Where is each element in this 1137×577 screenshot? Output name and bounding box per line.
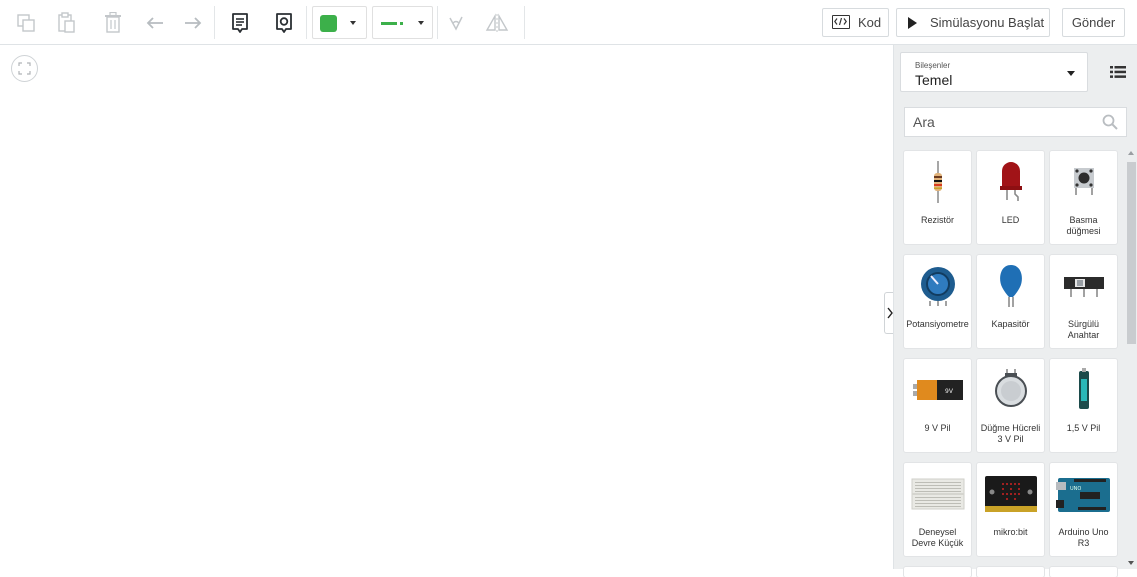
- code-icon: [832, 15, 850, 29]
- chevron-down-icon: [1067, 71, 1075, 76]
- simulate-label: Simülasyonu Başlat: [930, 15, 1045, 30]
- svg-text:UNO: UNO: [1070, 486, 1081, 492]
- scrollbar-thumb[interactable]: [1127, 162, 1136, 344]
- component-card-microbit[interactable]: mikro:bit: [977, 463, 1044, 556]
- resistor-icon: [933, 161, 942, 203]
- component-card-slide-switch[interactable]: Sürgülü Anahtar: [1050, 255, 1117, 348]
- component-label: Deneysel Devre Küçük: [911, 527, 964, 548]
- component-card-resistor[interactable]: Rezistör: [904, 151, 971, 244]
- line-style-dropdown[interactable]: [372, 6, 433, 39]
- top-toolbar: Kod Simülasyonu Başlat Gönder: [0, 0, 1137, 45]
- component-label: Sürgülü Anahtar: [1067, 319, 1100, 340]
- scroll-down-icon[interactable]: [1128, 561, 1134, 565]
- component-label: Düğme Hücreli 3 V Pil: [980, 423, 1041, 444]
- code-label: Kod: [858, 15, 882, 30]
- capacitor-icon: [999, 265, 1022, 307]
- component-card-pushbutton[interactable]: Basma düğmesi: [1050, 151, 1117, 244]
- color-swatch: [320, 15, 337, 32]
- component-card-potentiometer[interactable]: Potansiyometre: [904, 255, 971, 348]
- code-button[interactable]: Kod: [822, 8, 889, 37]
- pushbutton-icon: [1073, 168, 1094, 195]
- component-card-breadboard[interactable]: Deneysel Devre Küçük: [904, 463, 971, 556]
- notes-icon[interactable]: [228, 0, 252, 45]
- send-button[interactable]: Gönder: [1062, 8, 1125, 37]
- chevron-down-icon: [350, 21, 356, 25]
- category-caption: Bileşenler: [915, 61, 951, 70]
- component-card-capacitor[interactable]: Kapasitör: [977, 255, 1044, 348]
- fit-view-button[interactable]: [11, 55, 38, 82]
- fill-color-dropdown[interactable]: [312, 6, 367, 39]
- line-dot-icon: [400, 22, 403, 25]
- component-card-battery-aa[interactable]: 1,5 V Pil: [1050, 359, 1117, 452]
- undo-icon[interactable]: [144, 0, 168, 45]
- component-label: mikro:bit: [993, 527, 1028, 537]
- component-label: 9 V Pil: [924, 423, 951, 433]
- component-search: [904, 107, 1127, 137]
- slide-switch-icon: [1063, 277, 1104, 297]
- redo-icon[interactable]: [180, 0, 204, 45]
- microbit-icon: [984, 476, 1037, 512]
- battery-9v-icon: 9V: [912, 380, 963, 400]
- component-card-arduino[interactable]: UNO Arduino Uno R3: [1050, 463, 1117, 556]
- component-label: Potansiyometre: [906, 319, 969, 329]
- start-simulation-button[interactable]: Simülasyonu Başlat: [896, 8, 1050, 37]
- panel-scrollbar[interactable]: [1125, 148, 1137, 569]
- chevron-down-icon: [418, 21, 424, 25]
- components-panel: Bileşenler Temel Rezistör LED Basma düğm…: [893, 45, 1137, 577]
- copy-icon[interactable]: [14, 0, 38, 45]
- category-value: Temel: [915, 72, 953, 88]
- component-card-led[interactable]: LED: [977, 151, 1044, 244]
- potentiometer-icon: [920, 267, 955, 306]
- paste-icon[interactable]: [55, 0, 79, 45]
- svg-text:9V: 9V: [945, 388, 954, 395]
- rotate-icon[interactable]: [445, 0, 467, 45]
- component-label: Rezistör: [920, 215, 954, 225]
- component-label: Arduino Uno R3: [1058, 527, 1109, 548]
- battery-aa-icon: [1078, 368, 1089, 409]
- arduino-icon: UNO: [1055, 478, 1110, 512]
- annotation-icon[interactable]: [272, 0, 296, 45]
- component-label: Basma düğmesi: [1066, 215, 1101, 236]
- send-label: Gönder: [1071, 15, 1116, 30]
- trash-icon[interactable]: [101, 0, 125, 45]
- coin-cell-icon: [994, 369, 1027, 407]
- component-label: Kapasitör: [991, 319, 1030, 329]
- flip-icon[interactable]: [484, 0, 510, 45]
- scroll-up-icon[interactable]: [1128, 151, 1134, 155]
- led-icon: [999, 162, 1022, 201]
- line-style-icon: [381, 22, 397, 25]
- workplane-canvas[interactable]: [0, 45, 893, 569]
- component-card-coin-cell[interactable]: Düğme Hücreli 3 V Pil: [977, 359, 1044, 452]
- search-icon[interactable]: [1102, 114, 1118, 135]
- list-view-icon[interactable]: [1110, 65, 1126, 83]
- fit-view-icon: [18, 62, 31, 75]
- component-category-select[interactable]: Bileşenler Temel: [900, 52, 1088, 92]
- component-label: 1,5 V Pil: [1066, 423, 1101, 433]
- component-card-battery-9v[interactable]: 9V 9 V Pil: [904, 359, 971, 452]
- search-input[interactable]: [905, 108, 1103, 136]
- breadboard-icon: [911, 478, 964, 510]
- component-label: LED: [1001, 215, 1020, 225]
- play-icon: [908, 17, 917, 29]
